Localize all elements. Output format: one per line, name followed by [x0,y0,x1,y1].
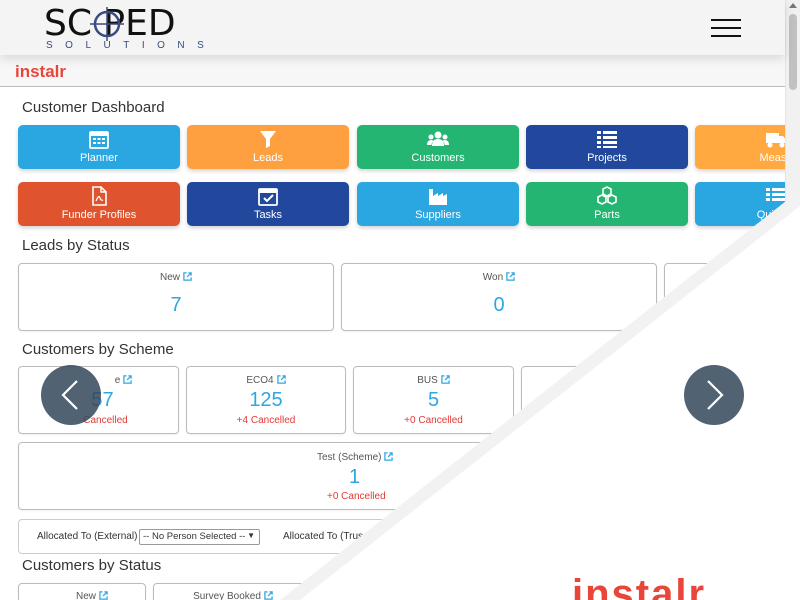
list-icon [597,131,617,148]
allocated-trust-label: Allocated To (Trus [283,531,364,542]
logo-tagline: SOLUTIONS [46,40,217,51]
calendar-icon [89,131,109,149]
users-icon [427,131,449,146]
tasks-tile-label: Tasks [253,209,283,221]
tasks-tile[interactable]: Tasks [187,182,349,226]
planner-tile[interactable]: Planner [18,125,180,169]
leads-tile-label: Leads [253,152,283,164]
brand-name[interactable]: instalr [15,62,66,82]
external-link-icon[interactable] [441,375,450,384]
external-link-icon[interactable] [276,375,286,384]
card-value[interactable]: 125 [187,389,345,412]
card-label: ECO4 [187,375,345,386]
scroll-down-arrow-icon[interactable] [789,590,797,595]
lead-status-card-new[interactable]: New 7 [18,263,334,331]
external-link-icon[interactable] [99,591,108,600]
filter-icon [260,131,276,148]
card-cancelled: +0 Cancelled [404,415,463,426]
pdf-file-icon [92,186,107,206]
card-label: Survey Booked [154,591,312,600]
allocated-external-label: Allocated To (External) [37,531,138,542]
vertical-scrollbar[interactable] [785,0,800,600]
card-label: Test (Scheme) [317,452,692,463]
lead-status-card-partial[interactable] [664,263,800,331]
allocation-filter-bar: Allocated To (External) -- No Person Sel… [18,519,788,554]
funder-profiles-tile[interactable]: Funder Profiles [18,182,180,226]
carousel-prev-button[interactable] [41,365,101,425]
customers-tile[interactable]: Customers [357,125,519,169]
cubes-icon [597,186,617,205]
suppliers-tile[interactable]: Suppliers [357,182,519,226]
chevron-right-icon [707,380,724,410]
parts-tile[interactable]: Parts [526,182,688,226]
card-cancelled: +0 Cancelled [327,491,386,502]
external-link-icon[interactable] [506,272,515,281]
customers-tile-label: Customers [411,152,465,164]
chevron-down-icon: ▼ [247,531,255,540]
card-value[interactable]: 0 [342,294,656,317]
page-viewport: { "header": { "logo_main": "SC PED", "lo… [0,0,800,600]
hamburger-menu-icon[interactable] [708,14,744,42]
customers-by-scheme-title: Customers by Scheme [22,341,174,358]
card-label: Won [342,272,656,283]
industry-icon [429,189,447,205]
projects-tile-label: Projects [587,152,627,164]
scrollbar-thumb[interactable] [789,14,797,90]
external-link-icon[interactable] [264,591,273,600]
card-value[interactable]: 1 [349,466,692,489]
card-label: New [19,591,145,600]
external-link-icon[interactable] [123,375,133,384]
lead-status-card-won[interactable]: Won 0 [341,263,657,331]
card-value[interactable]: 5 [354,389,513,412]
scoped-solutions-logo[interactable]: SC PED SOLUTIONS [44,6,214,52]
card-value[interactable]: 7 [19,294,333,317]
scheme-card-test[interactable]: Test (Scheme) 1 +0 Cancelled [18,442,693,510]
scheme-card-bus[interactable]: BUS 5 +0 Cancelled [353,366,514,434]
card-cancelled: +4 Cancelled [236,415,296,426]
allocated-external-select[interactable]: -- No Person Selected -- ▼ [139,529,260,545]
parts-tile-label: Parts [594,209,620,221]
customer-status-card-new[interactable]: New [18,583,146,600]
card-label: New [19,272,333,283]
crosshair-icon [90,7,124,41]
card-label: BUS [354,375,513,386]
truck-icon [766,133,786,148]
leads-tile[interactable]: Leads [187,125,349,169]
planner-tile-label: Planner [80,152,118,164]
customers-by-status-title: Customers by Status [22,557,162,574]
carousel-next-button[interactable] [684,365,744,425]
projects-tile[interactable]: Projects [526,125,688,169]
funder-profiles-tile-label: Funder Profiles [61,209,137,221]
calendar-check-icon [258,188,278,206]
scroll-up-arrow-icon[interactable] [789,3,797,8]
top-header: SC PED SOLUTIONS [0,0,785,55]
external-link-icon[interactable] [183,272,192,281]
scheme-card-eco4[interactable]: ECO4 125 +4 Cancelled [186,366,346,434]
list-icon [766,188,786,201]
overlay-partial-text: instalr [572,572,707,600]
suppliers-tile-label: Suppliers [415,209,461,221]
chevron-left-icon [61,380,78,410]
customer-dashboard-title: Customer Dashboard [22,99,165,116]
brand-bar: instalr [0,55,785,87]
leads-by-status-title: Leads by Status [22,237,130,254]
customer-status-card-survey-booked[interactable]: Survey Booked [153,583,313,600]
external-link-icon[interactable] [384,452,394,461]
